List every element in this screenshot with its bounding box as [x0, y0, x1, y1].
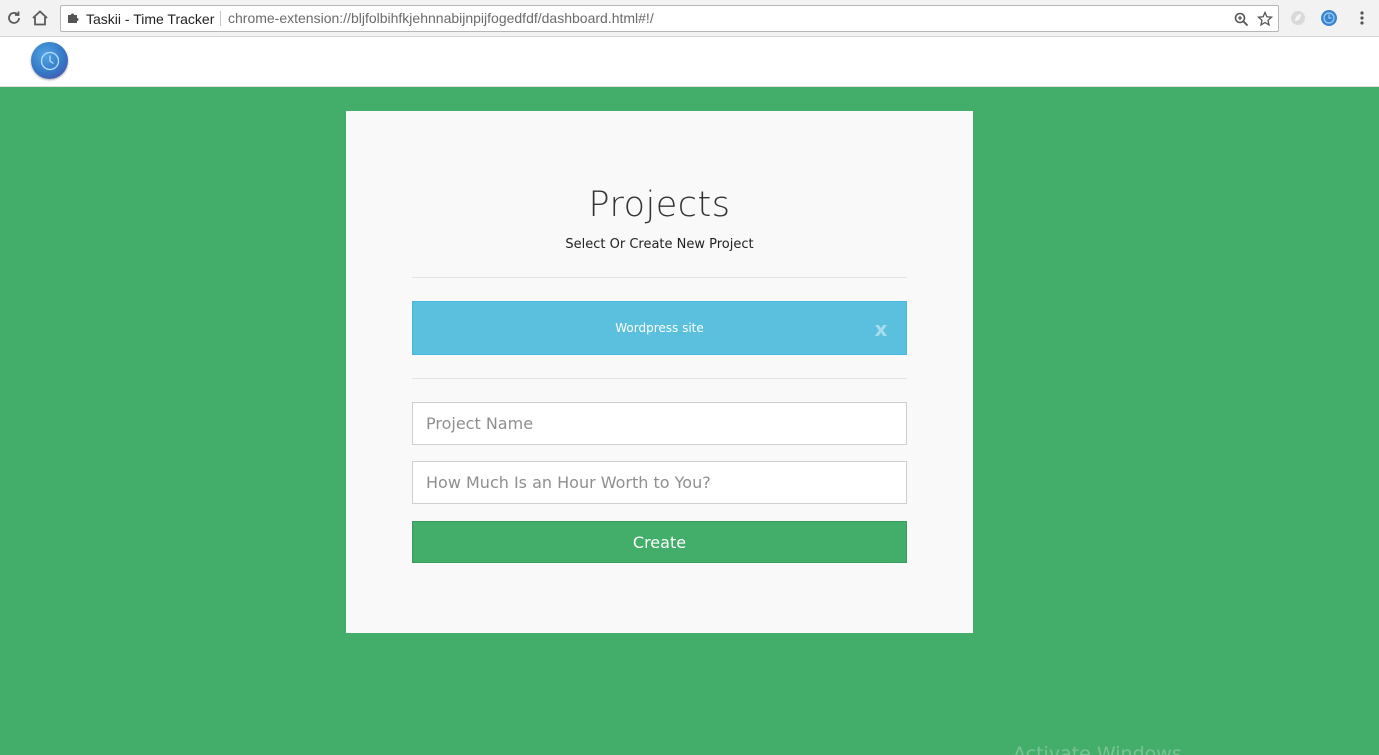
- projects-card: Projects Select Or Create New Project Wo…: [346, 111, 973, 633]
- tab-title: Taskii - Time Tracker: [86, 10, 215, 27]
- home-icon[interactable]: [30, 8, 50, 28]
- hourly-rate-input[interactable]: [412, 461, 907, 504]
- project-item[interactable]: Wordpress site x: [412, 301, 907, 355]
- extension-icon-grey[interactable]: [1288, 8, 1308, 28]
- project-name-input[interactable]: [412, 402, 907, 445]
- page-subtitle: Select Or Create New Project: [565, 237, 754, 252]
- address-bar[interactable]: Taskii - Time Tracker chrome-extension:/…: [60, 5, 1279, 32]
- kebab-menu-icon[interactable]: [1352, 8, 1372, 28]
- browser-toolbar: Taskii - Time Tracker chrome-extension:/…: [0, 0, 1379, 37]
- create-button[interactable]: Create: [412, 521, 907, 563]
- zoom-icon[interactable]: [1231, 9, 1251, 29]
- star-icon[interactable]: [1255, 9, 1275, 29]
- divider: [412, 378, 907, 379]
- divider: [412, 277, 907, 278]
- puzzle-piece-icon: [67, 11, 80, 27]
- windows-activation-watermark: Activate Windows: [1013, 743, 1182, 755]
- url-text[interactable]: chrome-extension://bljfolbihfkjehnnabijn…: [228, 6, 654, 31]
- taskii-extension-icon[interactable]: [1319, 8, 1339, 28]
- clock-icon[interactable]: [31, 42, 68, 79]
- chip-separator: [220, 11, 221, 26]
- site-chip[interactable]: Taskii - Time Tracker: [67, 6, 214, 31]
- page-title: Projects: [588, 185, 731, 225]
- reload-icon[interactable]: [4, 8, 24, 28]
- delete-project-button[interactable]: x: [872, 318, 890, 340]
- project-item-label: Wordpress site: [615, 321, 704, 335]
- app-header: [0, 37, 1379, 87]
